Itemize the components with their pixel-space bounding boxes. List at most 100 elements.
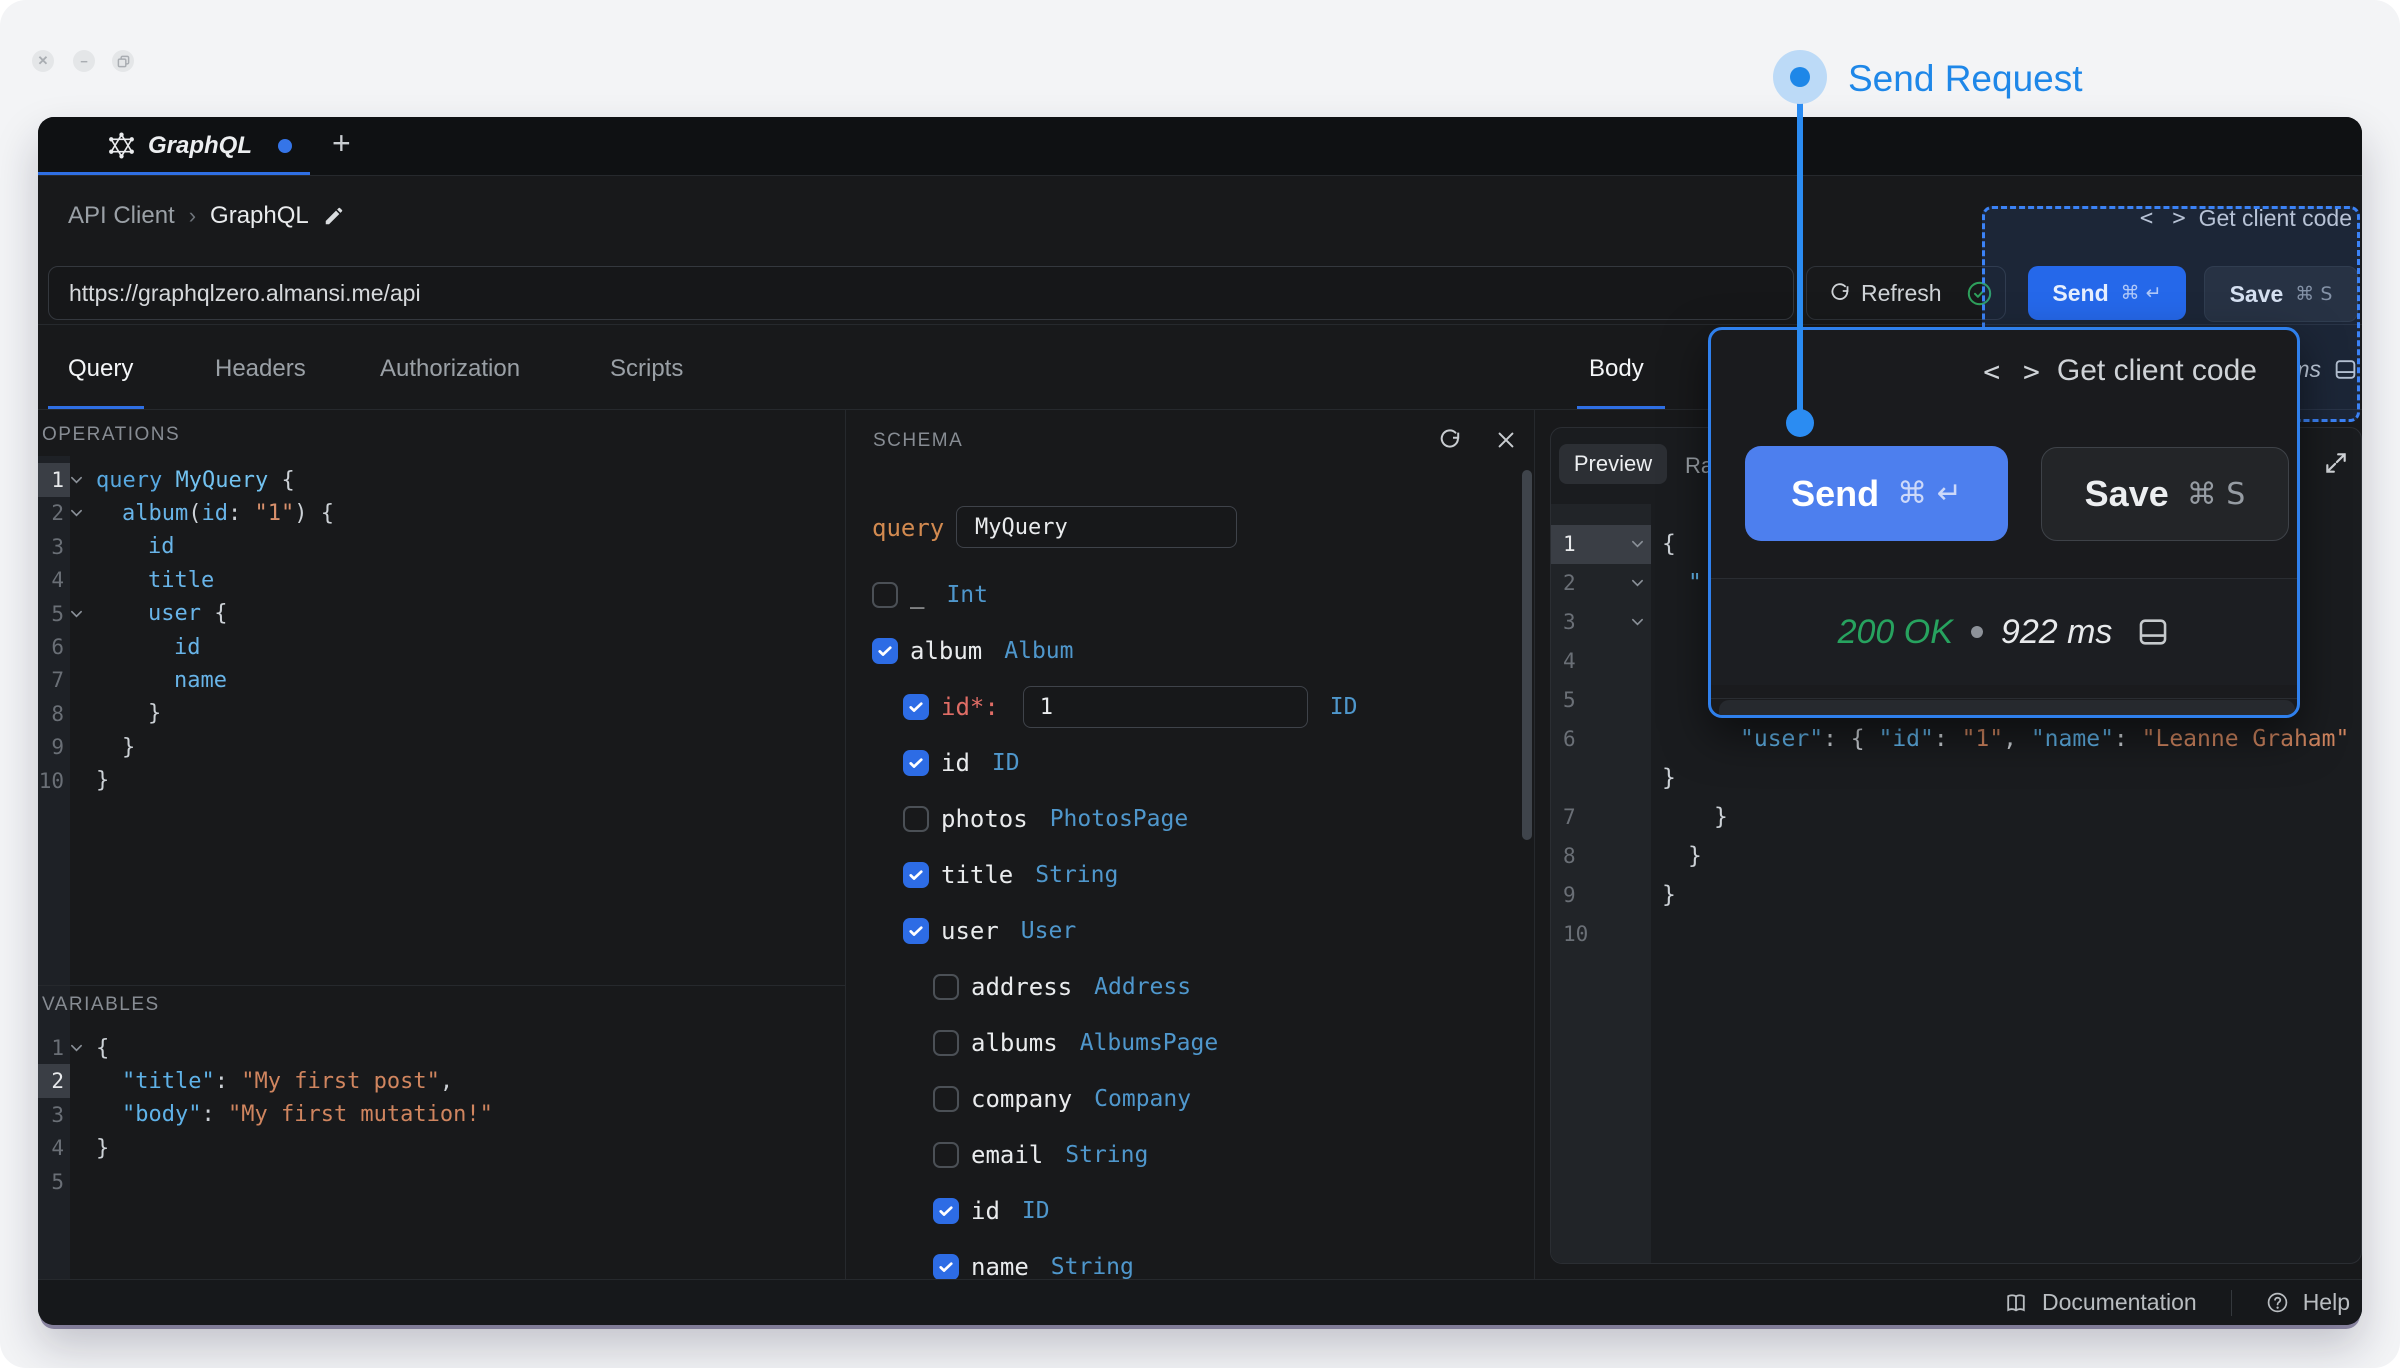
save-button[interactable]: Save ⌘ S: [2204, 266, 2358, 322]
code-line[interactable]: 6"user": { "id": "1", "name": "Leanne Gr…: [1551, 720, 2361, 759]
tab-request-graphql[interactable]: GraphQL: [148, 132, 252, 160]
fold-chevron-icon[interactable]: [70, 509, 88, 517]
fold-chevron-icon[interactable]: [1631, 540, 1647, 548]
schema-field-type[interactable]: String: [1035, 862, 1118, 888]
schema-field-checkbox[interactable]: [933, 1086, 959, 1112]
schema-field-checkbox[interactable]: [903, 694, 929, 720]
new-tab-button[interactable]: +: [332, 125, 351, 162]
schema-field-type[interactable]: String: [1065, 1142, 1148, 1168]
schema-field-type[interactable]: User: [1021, 918, 1076, 944]
code-text: "user": { "id": "1", "name": "Leanne Gra…: [1662, 726, 2349, 752]
code-line[interactable]: 6id: [38, 630, 845, 664]
breadcrumb-root[interactable]: API Client: [68, 202, 175, 230]
popup-save-button[interactable]: Save ⌘ S: [2041, 447, 2289, 541]
code-line[interactable]: 10}: [38, 764, 845, 798]
code-line[interactable]: 2album(id: "1") {: [38, 496, 845, 530]
code-line[interactable]: 5: [38, 1165, 845, 1199]
code-line[interactable]: 5user {: [38, 597, 845, 631]
documentation-link[interactable]: Documentation: [2042, 1289, 2197, 1316]
tab-preview[interactable]: Preview: [1559, 444, 1667, 484]
schema-field-checkbox[interactable]: [933, 1254, 959, 1279]
popup-get-client-code-link[interactable]: < > Get client code: [1983, 354, 2257, 388]
graphql-logo-icon: [108, 132, 135, 159]
url-input[interactable]: [48, 266, 1794, 320]
schema-arg-input[interactable]: [1023, 686, 1308, 728]
schema-field-checkbox[interactable]: [933, 974, 959, 1000]
schema-field-name: photos: [941, 805, 1028, 833]
send-button[interactable]: Send ⌘ ↵: [2028, 266, 2186, 320]
code-line[interactable]: 7}: [1551, 798, 2361, 837]
schema-field-checkbox[interactable]: [903, 862, 929, 888]
schema-field-type[interactable]: ID: [1330, 694, 1358, 720]
schema-field-type[interactable]: ID: [992, 750, 1020, 776]
tab-authorization[interactable]: Authorization: [380, 355, 520, 383]
popup-send-shortcut: ⌘ ↵: [1897, 476, 1962, 511]
schema-close-icon[interactable]: [1495, 429, 1517, 451]
tab-headers[interactable]: Headers: [215, 355, 306, 383]
code-text: }: [1662, 765, 1676, 791]
edit-pencil-icon[interactable]: [323, 205, 345, 227]
code-text: }: [1662, 843, 1702, 869]
schema-field-type[interactable]: Int: [946, 582, 988, 608]
schema-field-name: email: [971, 1141, 1043, 1169]
code-text: {: [96, 1036, 109, 1061]
code-line[interactable]: 9}: [38, 730, 845, 764]
fold-chevron-icon[interactable]: [1631, 579, 1647, 587]
help-link[interactable]: Help: [2303, 1289, 2350, 1316]
schema-field-type[interactable]: ID: [1022, 1198, 1050, 1224]
minimize-window-icon[interactable]: −: [73, 50, 95, 72]
code-line[interactable]: 1query MyQuery {: [38, 463, 845, 497]
schema-field-checkbox[interactable]: [903, 750, 929, 776]
expand-response-icon[interactable]: [2323, 450, 2349, 476]
tab-scripts[interactable]: Scripts: [610, 355, 683, 383]
tab-body[interactable]: Body: [1589, 355, 1644, 383]
refresh-button[interactable]: Refresh: [1806, 266, 2006, 320]
code-line[interactable]: 8}: [38, 697, 845, 731]
code-line[interactable]: 7name: [38, 663, 845, 697]
schema-field-checkbox[interactable]: [903, 918, 929, 944]
schema-field-type[interactable]: PhotosPage: [1050, 806, 1188, 832]
popup-panel-layout-icon[interactable]: [2136, 615, 2170, 649]
schema-field-type[interactable]: Company: [1094, 1086, 1191, 1112]
schema-field-checkbox[interactable]: [933, 1198, 959, 1224]
popup-send-button[interactable]: Send ⌘ ↵: [1745, 446, 2008, 541]
tab-query[interactable]: Query: [68, 355, 133, 383]
line-number: 2: [51, 1069, 64, 1093]
schema-field-checkbox[interactable]: [872, 638, 898, 664]
code-line[interactable]: 9}: [1551, 876, 2361, 915]
schema-field-checkbox[interactable]: [872, 582, 898, 608]
code-text: }: [1662, 804, 1728, 830]
schema-field-type[interactable]: Album: [1004, 638, 1073, 664]
code-text: album(id: "1") {: [96, 501, 334, 526]
restore-icon: [117, 55, 130, 68]
code-line[interactable]: 4title: [38, 563, 845, 597]
code-line[interactable]: 8}: [1551, 837, 2361, 876]
fold-chevron-icon[interactable]: [70, 610, 88, 618]
code-line[interactable]: }: [1551, 759, 2361, 798]
code-line[interactable]: 2"title": "My first post",: [38, 1064, 845, 1098]
schema-field-checkbox[interactable]: [933, 1142, 959, 1168]
schema-field-checkbox[interactable]: [903, 806, 929, 832]
schema-field-type[interactable]: String: [1051, 1254, 1134, 1279]
schema-field-type[interactable]: Address: [1094, 974, 1191, 1000]
operation-name-input[interactable]: [956, 506, 1237, 548]
fold-chevron-icon[interactable]: [70, 1044, 88, 1052]
code-line[interactable]: 3id: [38, 530, 845, 564]
fold-chevron-icon[interactable]: [70, 476, 88, 484]
code-line[interactable]: 3"body": "My first mutation!": [38, 1098, 845, 1132]
panel-layout-icon[interactable]: [2333, 357, 2358, 382]
schema-field-type[interactable]: AlbumsPage: [1080, 1030, 1218, 1056]
code-line[interactable]: 4}: [38, 1131, 845, 1165]
close-window-icon[interactable]: ✕: [32, 50, 54, 72]
popup-status-time: 922 ms: [2001, 613, 2113, 652]
schema-field-row: idID: [845, 1190, 1534, 1232]
fold-chevron-icon[interactable]: [1631, 618, 1647, 626]
restore-window-icon[interactable]: [112, 50, 134, 72]
get-client-code-link[interactable]: < > Get client code: [2140, 205, 2352, 232]
code-line[interactable]: 1{: [38, 1031, 845, 1065]
documentation-book-icon: [2004, 1291, 2028, 1315]
schema-refresh-icon[interactable]: [1438, 428, 1462, 452]
schema-field-checkbox[interactable]: [933, 1030, 959, 1056]
code-line[interactable]: 10: [1551, 915, 2361, 954]
popup-separator-2: [1711, 698, 2297, 699]
